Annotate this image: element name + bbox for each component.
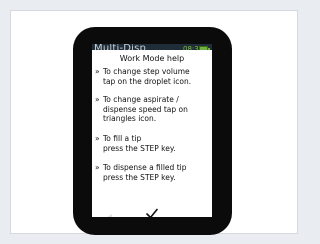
help-line: tap on the droplet icon.	[103, 76, 192, 86]
help-line: dispense speed tap on	[103, 104, 188, 114]
help-item-fill-tip: » To fill a tip press the STEP key.	[95, 134, 209, 153]
nav-left-icon	[107, 214, 112, 217]
help-item-step-volume: » To change step volume tap on the dropl…	[95, 67, 209, 86]
ok-button[interactable]	[142, 207, 162, 217]
bullet-icon: »	[95, 134, 100, 143]
help-line: To dispense a filled tip	[103, 163, 187, 172]
bullet-icon: »	[95, 95, 100, 104]
bullet-icon: »	[95, 163, 100, 172]
help-line: triangles icon.	[103, 114, 157, 123]
help-item-speed: » To change aspirate / dispense speed ta…	[95, 95, 209, 124]
help-line: press the STEP key.	[103, 143, 176, 153]
device-screen: Multi-Disp 08:30 Work Mode help » To cha…	[92, 44, 212, 217]
help-line: To change step volume	[103, 67, 190, 76]
dialog-bottom-bar	[92, 207, 212, 217]
checkmark-icon	[146, 208, 158, 217]
help-line: press the STEP key.	[103, 172, 176, 182]
pipette-device: Multi-Disp 08:30 Work Mode help » To cha…	[73, 27, 232, 235]
help-dialog: Work Mode help » To change step volume t…	[92, 50, 212, 217]
help-line: To change aspirate /	[103, 95, 179, 104]
dialog-title: Work Mode help	[119, 54, 185, 63]
help-item-dispense-tip: » To dispense a filled tip press the STE…	[95, 163, 209, 182]
bullet-icon: »	[95, 67, 100, 76]
help-line: To fill a tip	[103, 134, 142, 143]
